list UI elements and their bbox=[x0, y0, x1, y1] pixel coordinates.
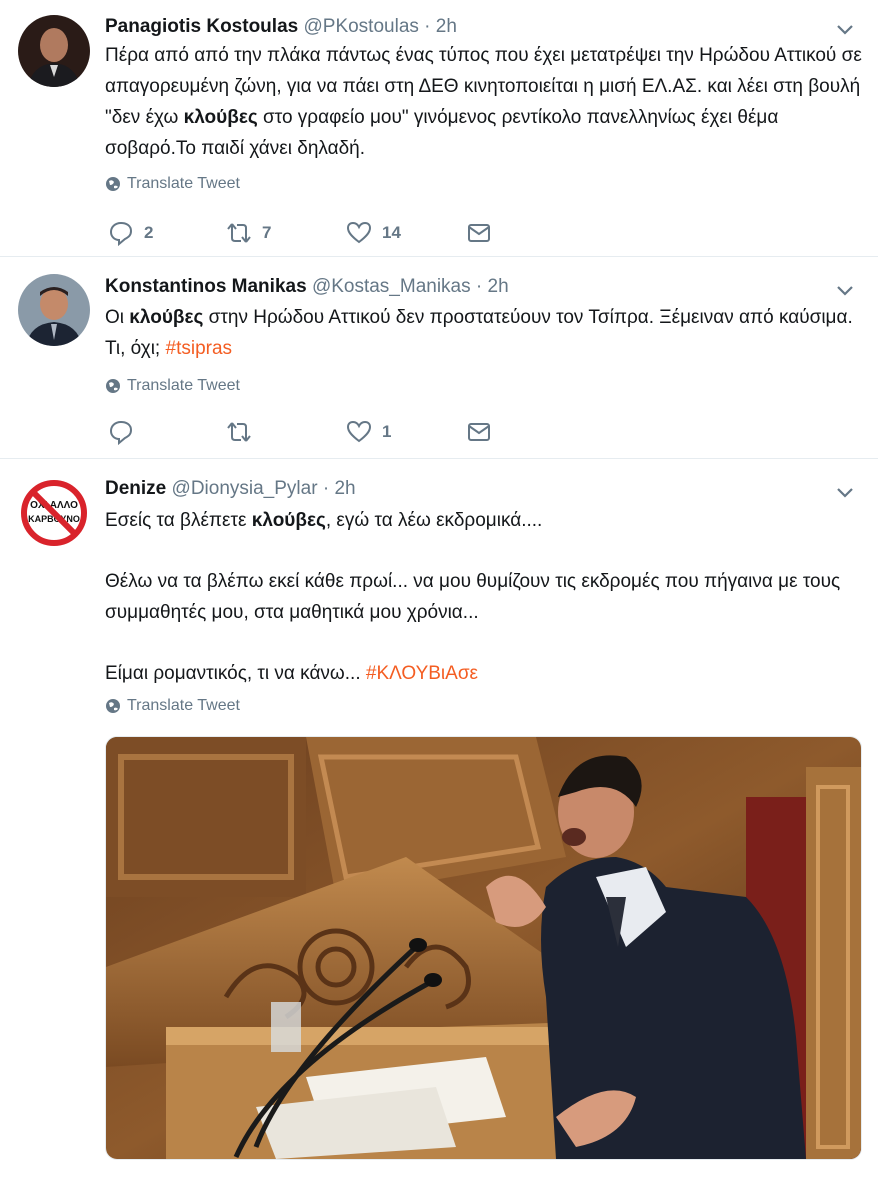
like-button[interactable]: 1 bbox=[346, 419, 391, 445]
retweet-button[interactable] bbox=[226, 419, 262, 445]
reply-count: 2 bbox=[144, 223, 154, 242]
highlight-keyword: κλούβες bbox=[129, 307, 204, 328]
heart-icon bbox=[346, 221, 372, 244]
timestamp[interactable]: 2h bbox=[436, 16, 457, 37]
avatar[interactable]: ΟΧΙ ΑΛΛΟ ΚΑΡΒΟΥΝΟ bbox=[18, 477, 90, 549]
translate-tweet-link[interactable]: Translate Tweet bbox=[105, 175, 240, 193]
reply-icon bbox=[109, 420, 133, 445]
no-sign-avatar: ΟΧΙ ΑΛΛΟ ΚΑΡΒΟΥΝΟ bbox=[18, 477, 90, 549]
separator-dot: · bbox=[322, 478, 330, 499]
hashtag-link[interactable]: #ΚΛΟΥΒιΑσε bbox=[366, 663, 478, 684]
separator-dot: · bbox=[424, 16, 431, 37]
translate-tweet-link[interactable]: Translate Tweet bbox=[105, 697, 240, 715]
retweet-icon bbox=[227, 223, 251, 243]
tweet-text: Εσείς τα βλέπετε κλούβες, εγώ τα λέω εκδ… bbox=[105, 505, 865, 689]
avatar[interactable] bbox=[18, 274, 90, 346]
like-count: 14 bbox=[382, 223, 401, 242]
user-handle[interactable]: @PKostoulas bbox=[303, 16, 418, 37]
tweet-line-1: Εσείς τα βλέπετε κλούβες, εγώ τα λέω εκδ… bbox=[105, 510, 543, 531]
timestamp[interactable]: 2h bbox=[488, 276, 509, 297]
tweet-2[interactable]: Konstantinos Manikas @Kostas_Manikas · 2… bbox=[0, 257, 878, 459]
like-count: 1 bbox=[382, 422, 392, 441]
separator-dot: · bbox=[475, 276, 483, 297]
avatar-photo-konstantinos bbox=[18, 274, 90, 346]
tweet-text: Πέρα από από την πλάκα πάντως ένας τύπος… bbox=[105, 45, 862, 159]
like-button[interactable]: 14 bbox=[346, 220, 401, 246]
hashtag-link[interactable]: #tsipras bbox=[166, 338, 233, 359]
display-name[interactable]: Denize bbox=[105, 478, 166, 499]
tweet-text: Οι κλούβες στην Ηρώδου Αττικού δεν προστ… bbox=[105, 307, 853, 359]
avatar[interactable] bbox=[18, 15, 90, 87]
globe-icon bbox=[106, 699, 120, 713]
envelope-icon bbox=[468, 224, 490, 242]
envelope-icon bbox=[468, 423, 490, 441]
tweet-header: Konstantinos Manikas @Kostas_Manikas · 2… bbox=[105, 275, 509, 299]
avatar-photo-panagiotis bbox=[18, 15, 90, 87]
tweet-1[interactable]: Panagiotis Kostoulas @PKostoulas · 2h Πέ… bbox=[0, 0, 878, 257]
chevron-down-icon[interactable] bbox=[836, 487, 854, 499]
display-name[interactable]: Konstantinos Manikas bbox=[105, 276, 307, 297]
chevron-down-icon[interactable] bbox=[836, 24, 854, 36]
tweet-paragraph-2: Θέλω να τα βλέπω εκεί κάθε πρωί... να μο… bbox=[105, 571, 841, 623]
user-handle[interactable]: @Kostas_Manikas bbox=[312, 276, 471, 297]
reply-button[interactable] bbox=[108, 419, 144, 445]
highlight-keyword: κλούβες bbox=[251, 510, 326, 531]
tweet-header: Panagiotis Kostoulas @PKostoulas · 2h bbox=[105, 15, 457, 39]
direct-message-button[interactable] bbox=[466, 220, 492, 246]
reply-icon bbox=[109, 221, 133, 246]
retweet-count: 7 bbox=[262, 223, 272, 242]
retweet-button[interactable]: 7 bbox=[226, 220, 271, 246]
heart-icon bbox=[346, 420, 372, 443]
globe-icon bbox=[106, 379, 120, 393]
translate-tweet-link[interactable]: Translate Tweet bbox=[105, 377, 240, 395]
parliament-photo bbox=[106, 737, 861, 1159]
user-handle[interactable]: @Dionysia_Pylar bbox=[172, 478, 318, 499]
direct-message-button[interactable] bbox=[466, 419, 492, 445]
globe-icon bbox=[106, 177, 120, 191]
display-name[interactable]: Panagiotis Kostoulas bbox=[105, 16, 298, 37]
reply-button[interactable]: 2 bbox=[108, 220, 153, 246]
highlight-keyword: κλούβες bbox=[183, 107, 258, 128]
timestamp[interactable]: 2h bbox=[334, 478, 355, 499]
tweet-header: Denize @Dionysia_Pylar · 2h bbox=[105, 477, 356, 501]
tweet-media-photo[interactable] bbox=[105, 736, 862, 1160]
retweet-icon bbox=[227, 422, 251, 442]
chevron-down-icon[interactable] bbox=[836, 285, 854, 297]
tweet-paragraph-3: Είμαι ρομαντικός, τι να κάνω... #ΚΛΟΥΒιΑ… bbox=[105, 663, 479, 684]
